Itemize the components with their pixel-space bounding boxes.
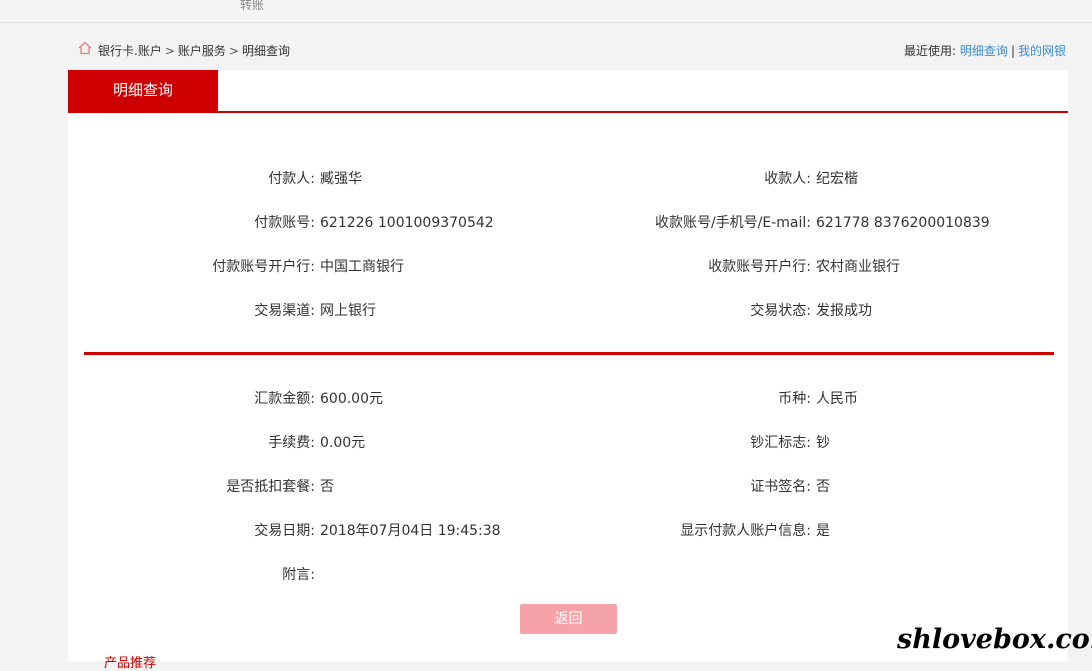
payer-label: 付款人: <box>268 171 315 187</box>
recent-used: 最近使用: 明细查询 | 我的网银 <box>904 42 1066 59</box>
payer-account-value: 621226 1001009370542 <box>320 215 494 231</box>
show-payer-info-label: 显示付款人账户信息: <box>680 523 811 539</box>
breadcrumb-separator: > <box>228 44 239 58</box>
payer-bank-label: 付款账号开户行: <box>212 259 315 275</box>
status-label: 交易状态: <box>750 303 811 319</box>
recent-used-label: 最近使用: <box>904 44 957 58</box>
detail-row: 付款人: 臧强华 收款人: 纪宏楷 <box>68 169 1068 189</box>
detail-row: 交易日期: 2018年07月04日 19:45:38 显示付款人账户信息: 是 <box>68 521 1068 541</box>
amount-label: 汇款金额: <box>254 391 315 407</box>
cash-flag-value: 钞 <box>816 435 830 451</box>
payee-account-value: 621778 8376200010839 <box>816 215 990 231</box>
payer-account-label: 付款账号: <box>254 215 315 231</box>
currency-label: 币种: <box>778 391 811 407</box>
recent-divider: | <box>1010 44 1015 58</box>
breadcrumb-separator: > <box>164 44 175 58</box>
section-divider <box>84 352 1054 355</box>
payee-value: 纪宏楷 <box>816 171 858 187</box>
cash-flag-label: 钞汇标志: <box>750 435 811 451</box>
home-icon[interactable] <box>78 41 92 55</box>
fee-label: 手续费: <box>268 435 315 451</box>
product-recommend-heading: 产品推荐 <box>104 656 157 671</box>
currency-value: 人民币 <box>816 391 858 407</box>
cert-sign-label: 证书签名: <box>750 479 811 495</box>
payee-bank-value: 农村商业银行 <box>816 259 900 275</box>
remark-label: 附言: <box>282 567 315 583</box>
top-nav-tab-transfer[interactable]: 转账 <box>240 0 264 13</box>
detail-row: 手续费: 0.00元 钞汇标志: 钞 <box>68 433 1068 453</box>
panel-header: 明细查询 <box>68 70 1068 113</box>
return-button[interactable]: 返回 <box>520 604 617 634</box>
detail-row: 附言: <box>68 565 1068 585</box>
package-deduct-value: 否 <box>320 479 334 495</box>
status-value: 发报成功 <box>816 303 872 319</box>
trade-date-value: 2018年07月04日 19:45:38 <box>320 523 501 539</box>
payer-value: 臧强华 <box>320 171 362 187</box>
detail-row: 交易渠道: 网上银行 交易状态: 发报成功 <box>68 301 1068 321</box>
breadcrumb-item-card-account[interactable]: 银行卡.账户 <box>98 44 162 58</box>
recent-link-my-ebank[interactable]: 我的网银 <box>1018 44 1066 58</box>
channel-label: 交易渠道: <box>254 303 315 319</box>
show-payer-info-value: 是 <box>816 523 830 539</box>
watermark: shlovebox.com <box>897 624 1092 655</box>
fee-value: 0.00元 <box>320 435 366 451</box>
breadcrumb-item-detail-query: 明细查询 <box>241 44 290 58</box>
amount-value: 600.00元 <box>320 391 383 407</box>
detail-row: 付款账号开户行: 中国工商银行 收款账号开户行: 农村商业银行 <box>68 257 1068 277</box>
detail-row: 汇款金额: 600.00元 币种: 人民币 <box>68 389 1068 409</box>
package-deduct-label: 是否抵扣套餐: <box>226 479 315 495</box>
payee-bank-label: 收款账号开户行: <box>708 259 811 275</box>
cert-sign-value: 否 <box>816 479 830 495</box>
top-nav-bar: 转账 <box>0 0 1092 23</box>
payer-bank-value: 中国工商银行 <box>320 259 404 275</box>
payee-label: 收款人: <box>764 171 811 187</box>
trade-date-label: 交易日期: <box>254 523 315 539</box>
detail-panel: 明细查询 付款人: 臧强华 收款人: 纪宏楷 付款账号: 621226 1001… <box>68 70 1068 661</box>
breadcrumb: 银行卡.账户 > 账户服务 > 明细查询 最近使用: 明细查询 | 我的网银 <box>78 40 1068 60</box>
detail-row: 是否抵扣套餐: 否 证书签名: 否 <box>68 477 1068 497</box>
channel-value: 网上银行 <box>320 303 376 319</box>
payee-account-label: 收款账号/手机号/E-mail: <box>654 215 811 231</box>
recent-link-detail-query[interactable]: 明细查询 <box>960 44 1008 58</box>
breadcrumb-item-account-service[interactable]: 账户服务 <box>178 44 226 58</box>
detail-row: 付款账号: 621226 1001009370542 收款账号/手机号/E-ma… <box>68 213 1068 233</box>
tab-detail-query[interactable]: 明细查询 <box>68 70 218 111</box>
